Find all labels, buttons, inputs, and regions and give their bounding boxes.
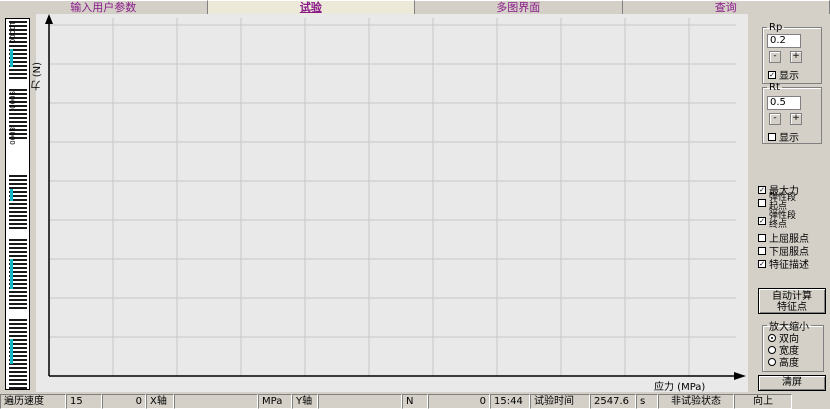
speed-label: 遍历速度 [0, 394, 66, 409]
feature-label: 弹性段起点 [769, 193, 797, 212]
checkbox-icon: ✓ [768, 70, 776, 79]
x-axis-status-label: X轴 [146, 394, 174, 409]
feature-elastic-start-checkbox[interactable]: 弹性段起点 [758, 194, 799, 212]
test-state: 非试验状态 [658, 394, 734, 409]
x-axis-label: 应力 (MPa) [654, 382, 706, 393]
strip-tick: 10000 [8, 21, 16, 44]
y-axis-status-value [318, 394, 402, 409]
rt-plus-button[interactable]: + [790, 113, 802, 125]
rp-value-input[interactable]: 0.2 [767, 34, 801, 48]
clear-screen-button[interactable]: 清屏 [758, 375, 826, 391]
x-unit: MPa [258, 394, 292, 409]
rt-legend: Rt [769, 82, 780, 93]
tab-query[interactable]: 查询 [622, 0, 830, 14]
rt-value-input[interactable]: 0.5 [767, 96, 801, 110]
strip-tick: 8000 [8, 127, 16, 145]
time-unit: s [636, 394, 658, 409]
y-value: 0 [428, 394, 490, 409]
chart-grid [45, 14, 746, 380]
status-bar: 遍历速度 15 0 X轴 MPa Y轴 N 0 15:44 试验时间 2547.… [0, 394, 830, 409]
checkbox-icon [758, 246, 766, 255]
chart-plot-area[interactable] [36, 14, 748, 392]
feature-description-checkbox[interactable]: ✓ 特征描述 [758, 256, 809, 271]
checkbox-icon [758, 199, 766, 207]
zoom-height-radio[interactable]: 高度 [768, 354, 799, 369]
rt-show-checkbox[interactable]: 显示 [768, 129, 799, 144]
tab-test[interactable]: 试验 [207, 0, 415, 14]
strip-tick: 9000 [8, 91, 16, 109]
test-time-label: 试验时间 [530, 394, 590, 409]
y-axis-status-label: Y轴 [292, 394, 318, 409]
test-time-value: 2547.6 [590, 394, 636, 409]
rp-show-label: 显示 [779, 71, 799, 82]
feature-label: 弹性段终点 [769, 211, 797, 230]
side-ruler-strip: 10000 9000 8000 [5, 18, 30, 390]
x-axis-arrow [734, 372, 746, 380]
feature-elastic-end-checkbox[interactable]: ✓ 弹性段终点 [758, 212, 799, 230]
x-axis-status-value [174, 394, 258, 409]
y-unit: N [402, 394, 428, 409]
checkbox-icon: ✓ [758, 259, 766, 268]
y-axis-label: 力 (N) [32, 62, 43, 91]
checkbox-icon: ✓ [758, 185, 766, 194]
rp-show-checkbox[interactable]: ✓ 显示 [768, 67, 799, 82]
checkbox-icon [758, 233, 766, 242]
radio-icon [768, 333, 776, 342]
rp-plus-button[interactable]: + [790, 51, 802, 63]
x-value: 0 [102, 394, 146, 409]
rt-show-label: 显示 [779, 133, 799, 144]
auto-calc-label: 自动计算特征点 [772, 291, 812, 313]
speed-value: 15 [66, 394, 102, 409]
rt-minus-button[interactable]: - [769, 113, 781, 125]
rp-minus-button[interactable]: - [769, 51, 781, 63]
radio-icon [768, 357, 776, 366]
checkbox-icon [768, 132, 776, 141]
radio-icon [768, 345, 776, 354]
y-axis-arrow [45, 14, 53, 24]
auto-calc-feature-button[interactable]: 自动计算特征点 [758, 288, 826, 314]
tab-multi-chart[interactable]: 多图界面 [415, 0, 623, 14]
checkbox-icon: ✓ [758, 217, 766, 225]
right-control-panel: Rp 0.2 - + ✓ 显示 Rt 0.5 - + 显示 ✓ 最大力 弹性段起… [752, 14, 830, 392]
tab-user-params[interactable]: 输入用户参数 [0, 0, 208, 14]
zoom-option-label: 高度 [779, 358, 799, 369]
feature-label: 特征描述 [769, 260, 809, 271]
tab-bar: 输入用户参数 试验 多图界面 查询 [0, 0, 830, 14]
clock-time: 15:44 [490, 394, 530, 409]
rp-legend: Rp [769, 22, 783, 33]
direction-indicator: 向上 [734, 394, 792, 409]
